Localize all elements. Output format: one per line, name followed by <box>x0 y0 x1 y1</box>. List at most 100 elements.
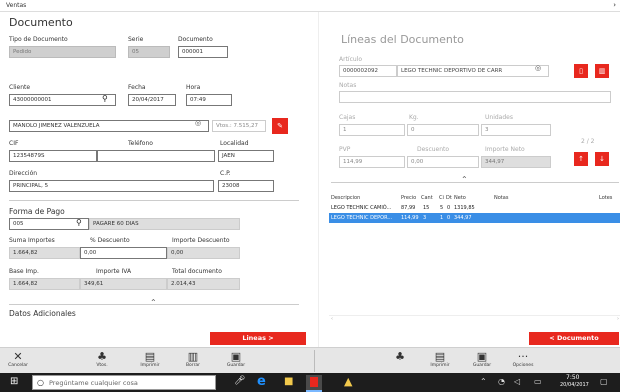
close-icon[interactable]: › <box>613 1 616 9</box>
cif-field[interactable]: 12354879S <box>9 150 97 162</box>
guardar-lineas-button[interactable]: ▣ Guardar <box>470 351 494 369</box>
microphone-icon[interactable]: 🎤︎ <box>234 376 245 386</box>
printer-icon: ▤ <box>144 350 156 363</box>
tipo-label: Tipo de Documento <box>9 36 68 43</box>
app-icon <box>310 377 318 387</box>
cell-dt: 0 <box>447 205 451 211</box>
close-icon: ✕ <box>13 350 23 363</box>
lineas-grid: Descripcion Precio Cant Ci Dt Neto Notas… <box>329 195 620 225</box>
pager-label: 2 / 2 <box>581 138 595 145</box>
documento-number-field[interactable]: 000001 <box>178 46 228 58</box>
arrow-down-icon[interactable]: ↓ <box>595 152 609 166</box>
telefono-field[interactable] <box>97 150 215 162</box>
notas-field[interactable] <box>339 91 611 103</box>
localidad-label: Localidad <box>220 140 249 147</box>
keyboard-icon[interactable]: ▭ <box>534 377 542 386</box>
grid-header-dt[interactable]: Dt <box>446 195 452 201</box>
grid-header-ci[interactable]: Ci <box>439 195 444 201</box>
cancelar-button[interactable]: ✕ Cancelar <box>6 350 30 369</box>
tipo-documento-field[interactable]: Pedido <box>9 46 116 58</box>
window-titlebar: Ventas › <box>0 0 620 12</box>
importe-iva-field: 349,61 <box>80 278 167 290</box>
unidades-field[interactable]: 3 <box>481 124 551 136</box>
table-row[interactable]: LEGO TECHNIC DEPOR... 114,99 3 1 0 344,9… <box>329 213 620 223</box>
descuento-label: % Descuento <box>90 237 130 244</box>
total-documento-field: 2.014,43 <box>167 278 240 290</box>
direccion-label: Dirección <box>9 170 38 177</box>
grid-header-cant[interactable]: Cant <box>421 195 433 201</box>
table-row[interactable]: LEGO TECHNIC CAMIÓ... 87,99 15 5 0 1319,… <box>329 203 620 212</box>
importe-neto-label: Importe Neto <box>485 146 525 153</box>
arrow-up-icon[interactable]: ↑ <box>574 152 588 166</box>
articulo-desc-field[interactable]: LEGO TECHNIC DEPORTIVO DE CARR <box>397 65 549 77</box>
users-button[interactable]: ♣ <box>388 351 412 363</box>
volume-icon[interactable]: ◁ <box>514 377 520 386</box>
more-icon: ··· <box>517 350 529 363</box>
document-icon[interactable]: ▯ <box>574 64 588 78</box>
divider <box>331 182 619 183</box>
cajas-field[interactable]: 1 <box>339 124 405 136</box>
folder-icon[interactable]: ■ <box>284 376 293 387</box>
forma-pago-desc-field: PAGARE 60 DIAS <box>89 218 240 230</box>
cell-neto: 344,97 <box>454 215 472 221</box>
clock-time[interactable]: 7:50 <box>566 374 579 381</box>
cliente-field[interactable]: 43000000001 <box>9 94 116 106</box>
hora-label: Hora <box>186 84 201 91</box>
windows-start-icon[interactable]: ⊞ <box>10 376 18 387</box>
vtos-label: Vtos. <box>96 363 108 368</box>
guardar-button[interactable]: ▣ Guardar <box>224 351 248 369</box>
grid-header-lotes[interactable]: Lotes <box>599 195 612 201</box>
descuento-field[interactable]: 0,00 <box>80 247 167 259</box>
grid-header-descripcion[interactable]: Descripcion <box>331 195 360 201</box>
clock-date[interactable]: 20/04/2017 <box>560 382 589 388</box>
datos-adicionales-label[interactable]: Datos Adicionales <box>9 309 76 318</box>
chevron-up-icon[interactable]: ⌃ <box>480 377 487 386</box>
grid-header-notas[interactable]: Notas <box>494 195 508 201</box>
localidad-field[interactable]: JAEN <box>218 150 274 162</box>
opciones-button[interactable]: ··· Opciones <box>510 350 536 369</box>
serie-field[interactable]: 05 <box>128 46 170 58</box>
hora-field[interactable]: 07:49 <box>186 94 232 106</box>
search-icon[interactable]: ⚲ <box>102 94 108 103</box>
cell-dt: 0 <box>447 215 451 221</box>
grid-header-neto[interactable]: Neto <box>454 195 466 201</box>
articulo-code-field[interactable]: 0000002092 <box>339 65 397 77</box>
trash-icon[interactable]: ▥ <box>595 64 609 78</box>
opciones-label: Opciones <box>512 363 534 368</box>
vtos-field[interactable]: Vtos.: 7.515,27 <box>212 120 266 132</box>
search-icon[interactable]: ⚲ <box>76 218 82 227</box>
warning-icon[interactable]: ▲ <box>344 375 352 388</box>
notifications-icon[interactable]: ▢ <box>600 377 608 386</box>
edit-client-icon[interactable]: ✎ <box>272 118 288 134</box>
cliente-nombre-field[interactable]: MANOLO JIMENEZ VALENZUELA <box>9 120 209 132</box>
network-icon[interactable]: ◔ <box>498 377 505 386</box>
pvp-field[interactable]: 114,99 <box>339 156 405 168</box>
scroll-left-icon[interactable]: ‹ <box>331 316 333 322</box>
imprimir-lineas-button[interactable]: ▤ Imprimir <box>428 351 452 369</box>
cell-precio: 114,99 <box>401 215 419 221</box>
cp-field[interactable]: 23008 <box>218 180 274 192</box>
horizontal-scrollbar[interactable]: ‹ › <box>329 315 620 322</box>
taskbar-search[interactable]: ○ Pregúntame cualquier cosa <box>32 375 216 390</box>
eye-icon[interactable]: ◎ <box>195 119 201 127</box>
documento-button[interactable]: < Documento <box>529 332 619 345</box>
suma-importes-label: Suma Importes <box>9 237 55 244</box>
imprimir-button[interactable]: ▤ Imprimir <box>138 350 162 369</box>
scroll-right-icon[interactable]: › <box>617 316 619 322</box>
users-icon: ♣ <box>395 350 405 363</box>
pvp-label: PVP <box>339 146 351 153</box>
chevron-up-icon[interactable]: ⌃ <box>150 298 157 307</box>
kg-field[interactable]: 0 <box>407 124 479 136</box>
fecha-field[interactable]: 20/04/2017 <box>128 94 176 106</box>
lineas-button[interactable]: Lineas > <box>210 332 306 345</box>
imprimir-label: Imprimir <box>140 363 160 368</box>
grid-header-precio[interactable]: Precio <box>401 195 416 201</box>
edge-icon[interactable]: e <box>257 374 266 389</box>
vtos-button[interactable]: ♣ Vtos. <box>90 351 114 369</box>
direccion-field[interactable]: PRINCIPAL, 5 <box>9 180 214 192</box>
descuento-linea-field[interactable]: 0,00 <box>407 156 479 168</box>
cell-precio: 87,99 <box>401 205 416 211</box>
eye-icon[interactable]: ◎ <box>535 64 541 72</box>
cif-label: CIF <box>9 140 19 147</box>
borrar-button[interactable]: ▥ Borrar <box>181 351 205 369</box>
